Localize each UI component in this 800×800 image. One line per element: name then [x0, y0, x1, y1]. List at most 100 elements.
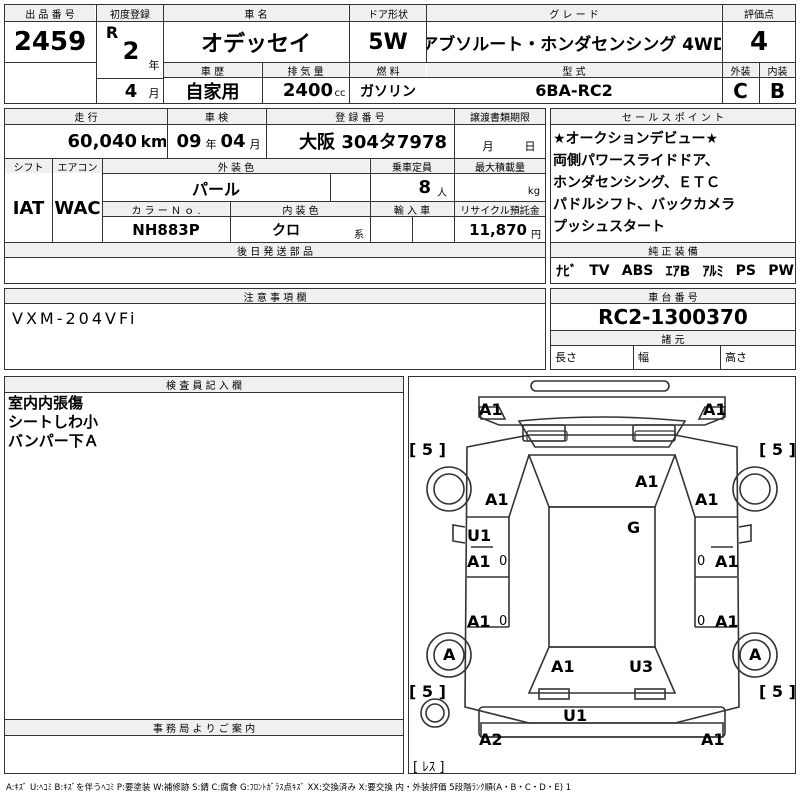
- car-diagram: A1 A1 [ 5 ] [ 5 ] A1 A1 A1 G U1 A1 A1 A1…: [409, 380, 795, 773]
- inspector-note: シートしわ小: [8, 413, 99, 431]
- mark-less: [ ﾚｽ ]: [413, 760, 444, 773]
- recycle-label: リサイクル預託金: [455, 202, 545, 216]
- chassis-label: 車 台 番 号: [551, 289, 795, 303]
- rear-bumper-outline: [478, 706, 726, 738]
- mark-front-right: A1: [703, 400, 727, 419]
- equipment-label: 純 正 装 備: [551, 243, 795, 257]
- sales-points-list: ★オークションデビュー★ 両側パワースライドドア、 ホンダセンシング、ＥＴＣ パ…: [553, 128, 793, 238]
- mark-wheel-l: A: [443, 645, 456, 664]
- color-no-label: カ ラ ー Ｎ ｏ .: [103, 202, 229, 216]
- front-bumper-outline: [530, 380, 670, 392]
- transfer-label: 譲渡書類期限: [455, 109, 545, 124]
- mark-wheel-r: A: [749, 645, 762, 664]
- mileage-label: 走 行: [5, 109, 167, 124]
- mark-bracket-br: [ 5 ]: [759, 682, 795, 701]
- mark-door-fr-zero: 0: [697, 554, 705, 569]
- import-label: 輸 入 車: [371, 202, 453, 216]
- mark-bracket-bl: [ 5 ]: [409, 682, 446, 701]
- mark-rear-corner-r: A1: [701, 730, 725, 749]
- mark-door-rr-zero: 0: [697, 614, 705, 629]
- displacement-value: 2400: [282, 80, 333, 101]
- color-no-value: NH883P: [132, 220, 200, 239]
- mark-rear-l: A1: [551, 657, 575, 676]
- month-value: 4: [124, 80, 138, 102]
- interior-label: 内装: [760, 63, 795, 77]
- year-value: 2: [122, 37, 140, 65]
- mark-door-fl-a: A1: [467, 552, 491, 571]
- int-color-label: 内 装 色: [231, 202, 370, 216]
- sales-point: パドルシフト、バックカメラ: [553, 197, 736, 213]
- car-name-value: オデッセイ: [200, 32, 311, 57]
- insp-month-value: 04: [220, 130, 246, 152]
- mark-door-rl-a: A1: [467, 612, 491, 631]
- capacity-label: 乗車定員: [371, 159, 453, 173]
- legend: A:ｷｽﾞ U:ﾍｺﾐ B:ｷｽﾞを伴うﾍｺﾐ P:要塗装 W:補修跡 S:錆 …: [6, 783, 572, 793]
- exterior-label: 外装: [723, 63, 758, 77]
- mark-roof: G: [627, 518, 640, 537]
- model-code-label: 型 式: [427, 63, 721, 77]
- aircon-value: WAC: [54, 197, 101, 219]
- km-unit: km: [142, 131, 166, 151]
- mark-door-fr-a: A1: [715, 552, 739, 571]
- aircon-label: エアコン: [53, 159, 102, 173]
- mark-fender-l: A1: [485, 490, 509, 509]
- transfer-month-unit: 月: [482, 140, 494, 153]
- capacity-value: 8: [418, 177, 431, 198]
- width-label: 幅: [638, 351, 649, 364]
- equipment-item: ﾅﾋﾞ: [556, 264, 577, 280]
- length-label: 長さ: [555, 351, 577, 364]
- interior-value: B: [769, 78, 786, 103]
- office-label: 事 務 局 よ り ご 案 内: [5, 720, 403, 735]
- sales-point: ホンダセンシング、ＥＴＣ: [553, 175, 721, 191]
- door-label: ドア形状: [350, 5, 426, 21]
- later-parts-label: 後 日 発 送 部 品: [5, 243, 545, 257]
- history-value: 自家用: [185, 81, 240, 103]
- mark-front-left: A1: [479, 400, 503, 419]
- score-label: 評価点: [723, 5, 795, 21]
- insp-month-unit: 月: [249, 138, 261, 151]
- fuel-value: ガソリン: [360, 83, 416, 100]
- rear-body-outline: [480, 722, 724, 738]
- sales-point: プッシュスタート: [553, 219, 665, 235]
- lot-no-label: 出 品 番 号: [5, 5, 95, 21]
- yen-unit: 円: [531, 229, 541, 241]
- kg-unit: kg: [527, 185, 541, 197]
- equipment-item: ｱﾙﾐ: [702, 264, 724, 280]
- mark-door-fl-u: U1: [467, 526, 491, 545]
- insp-year-value: 09: [176, 130, 202, 152]
- height-label: 高さ: [725, 351, 747, 364]
- specs-label: 諸 元: [551, 331, 795, 345]
- mark-door-rr-a: A1: [715, 612, 739, 631]
- mark-bracket-tr: [ 5 ]: [759, 440, 795, 459]
- sales-point: 両側パワースライドドア、: [553, 153, 719, 169]
- type-suffix: 系: [354, 229, 364, 241]
- first-reg-label: 初度登録: [97, 5, 163, 21]
- sales-points-label: セ ー ル ス ポ イ ン ト: [551, 109, 795, 124]
- fuel-label: 燃 料: [350, 63, 426, 77]
- car-name-label: 車 名: [164, 5, 348, 21]
- mark-rear-r: U3: [629, 657, 653, 676]
- equipment-item: PW: [768, 263, 794, 279]
- grade-label: グ レ ー ド: [427, 5, 721, 21]
- door-value: 5W: [368, 29, 408, 55]
- score-value: 4: [749, 27, 769, 57]
- inspection-label: 車 検: [168, 109, 265, 124]
- inspector-label: 検 査 員 記 入 欄: [5, 377, 403, 392]
- equipment-item: PS: [735, 263, 757, 279]
- mark-door-rl-zero: 0: [499, 614, 507, 629]
- chassis-value: RC2-1300370: [598, 305, 748, 329]
- mark-rear-bumper: U1: [563, 706, 587, 725]
- displacement-label: 排 気 量: [263, 63, 348, 77]
- body-outline: [464, 434, 740, 724]
- shift-label: シフト: [5, 159, 52, 173]
- equipment-list: ﾅﾋﾞ TV ABS ｴｱB ｱﾙﾐ PS PW: [556, 259, 794, 283]
- insp-year-unit: 年: [205, 138, 217, 151]
- mark-bracket-tl: [ 5 ]: [409, 440, 446, 459]
- mark-rear-corner-l: A2: [479, 730, 503, 749]
- year-unit: 年: [148, 59, 160, 72]
- mark-fender-r: A1: [695, 490, 719, 509]
- mark-door-fl-zero: 0: [499, 554, 507, 569]
- ext-color-label: 外 装 色: [103, 159, 369, 173]
- inspector-note: 室内内張傷: [8, 394, 84, 412]
- ext-color-value: パール: [191, 179, 240, 199]
